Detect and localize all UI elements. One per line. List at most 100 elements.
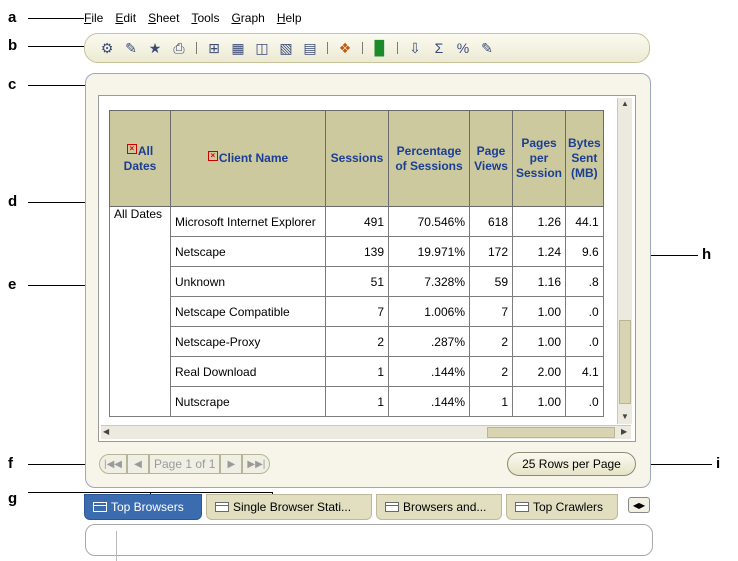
cell-pages-per-session[interactable]: 1.00: [512, 326, 566, 357]
cell-pages-per-session[interactable]: 1.16: [512, 266, 566, 297]
cell-percentage[interactable]: 1.006%: [388, 296, 470, 327]
menu-help[interactable]: Help: [277, 11, 302, 29]
tab-scroll-icon[interactable]: ◀▶: [628, 497, 650, 513]
tab-top-crawlers[interactable]: Top Crawlers: [506, 494, 618, 520]
cell-bytes[interactable]: .0: [565, 326, 604, 357]
rows-per-page-button[interactable]: 25 Rows per Page: [507, 452, 636, 476]
graph-icon[interactable]: ▉: [370, 38, 390, 58]
cell-pages-per-session[interactable]: 1.00: [512, 386, 566, 417]
table-row[interactable]: Netscape-Proxy 2 .287% 2 1.00 .0: [110, 326, 604, 357]
cell-client[interactable]: Netscape-Proxy: [170, 326, 326, 357]
vertical-scrollbar[interactable]: ▲ ▼: [617, 98, 632, 424]
next-page-button[interactable]: ▶: [220, 454, 243, 474]
scroll-up-icon[interactable]: ▲: [621, 99, 629, 108]
cell-sessions[interactable]: 1: [325, 356, 389, 387]
cell-percentage[interactable]: 19.971%: [388, 236, 470, 267]
cell-pages-per-session[interactable]: 2.00: [512, 356, 566, 387]
first-page-button[interactable]: |◀◀: [99, 454, 127, 474]
header-sessions[interactable]: Sessions: [325, 110, 389, 207]
cell-sessions[interactable]: 51: [325, 266, 389, 297]
cell-percentage[interactable]: 70.546%: [388, 206, 470, 237]
cell-sessions[interactable]: 2: [325, 326, 389, 357]
tab-single-browser-statistics[interactable]: Single Browser Stati...: [206, 494, 372, 520]
cell-sessions[interactable]: 139: [325, 236, 389, 267]
table-row[interactable]: Netscape 139 19.971% 172 1.24 9.6: [110, 236, 604, 267]
header-page-views[interactable]: Page Views: [469, 110, 513, 207]
table-row[interactable]: Unknown 51 7.328% 59 1.16 .8: [110, 266, 604, 297]
cell-client[interactable]: Microsoft Internet Explorer: [170, 206, 326, 237]
cell-page-views[interactable]: 618: [469, 206, 513, 237]
cell-bytes[interactable]: 4.1: [565, 356, 604, 387]
cell-pages-per-session[interactable]: 1.26: [512, 206, 566, 237]
table-icon[interactable]: ▦: [228, 38, 248, 58]
cell-page-views[interactable]: 172: [469, 236, 513, 267]
tab-browsers-and[interactable]: Browsers and...: [376, 494, 502, 520]
cell-percentage[interactable]: 7.328%: [388, 266, 470, 297]
cell-bytes[interactable]: .8: [565, 266, 604, 297]
connect-icon[interactable]: ⚙: [97, 38, 117, 58]
cell-client[interactable]: Netscape Compatible: [170, 296, 326, 327]
scroll-right-icon[interactable]: ▶: [621, 427, 627, 436]
vertical-scroll-thumb[interactable]: [619, 320, 631, 404]
cell-bytes[interactable]: 44.1: [565, 206, 604, 237]
menu-tools[interactable]: Tools: [191, 11, 219, 29]
cell-page-views[interactable]: 1: [469, 386, 513, 417]
dimension-cell-all-dates[interactable]: All Dates: [109, 206, 171, 417]
header-all-dates[interactable]: × All Dates: [109, 110, 171, 207]
header-client-name[interactable]: × Client Name: [170, 110, 326, 207]
scroll-left-icon[interactable]: ◀: [103, 427, 109, 436]
cell-pages-per-session[interactable]: 1.24: [512, 236, 566, 267]
crosstab-grid: × All Dates × Client Name Sessions Percent…: [98, 95, 636, 442]
table-row[interactable]: Real Download 1 .144% 2 2.00 4.1: [110, 356, 604, 387]
cell-pages-per-session[interactable]: 1.00: [512, 296, 566, 327]
tab-top-browsers[interactable]: Top Browsers: [84, 494, 202, 520]
export-icon[interactable]: ⇩: [405, 38, 425, 58]
percent-icon[interactable]: %: [453, 38, 473, 58]
previous-page-button[interactable]: ◀: [127, 454, 149, 474]
table-row[interactable]: Nutscrape 1 .144% 1 1.00 .0: [110, 386, 604, 417]
last-page-button[interactable]: ▶▶|: [242, 454, 271, 474]
cell-bytes[interactable]: 9.6: [565, 236, 604, 267]
table-icon: [515, 502, 529, 512]
menu-graph[interactable]: Graph: [231, 11, 264, 29]
header-pages-per-session[interactable]: Pages per Session: [512, 110, 566, 207]
cell-percentage[interactable]: .287%: [388, 326, 470, 357]
cell-percentage[interactable]: .144%: [388, 356, 470, 387]
table-row[interactable]: Netscape Compatible 7 1.006% 7 1.00 .0: [110, 296, 604, 327]
table-row[interactable]: All Dates Microsoft Internet Explorer 49…: [109, 206, 604, 417]
scroll-down-icon[interactable]: ▼: [621, 412, 629, 421]
sort-icon[interactable]: ❖: [335, 38, 355, 58]
calculator-icon[interactable]: ✎: [477, 38, 497, 58]
cell-bytes[interactable]: .0: [565, 296, 604, 327]
save-icon[interactable]: ✎: [121, 38, 141, 58]
remove-icon[interactable]: ×: [126, 143, 137, 154]
sum-icon[interactable]: Σ: [429, 38, 449, 58]
menu-file[interactable]: File: [84, 11, 103, 29]
cell-page-views[interactable]: 2: [469, 356, 513, 387]
header-percentage-of-sessions[interactable]: Percentage of Sessions: [388, 110, 470, 207]
cell-sessions[interactable]: 7: [325, 296, 389, 327]
cell-client[interactable]: Unknown: [170, 266, 326, 297]
cell-page-views[interactable]: 2: [469, 326, 513, 357]
remove-icon[interactable]: ×: [207, 151, 218, 161]
cell-percentage[interactable]: .144%: [388, 386, 470, 417]
format-icon[interactable]: ▧: [276, 38, 296, 58]
crosstab-icon[interactable]: ◫: [252, 38, 272, 58]
header-bytes-sent[interactable]: Bytes Sent (MB): [565, 110, 604, 207]
cell-page-views[interactable]: 59: [469, 266, 513, 297]
cell-bytes[interactable]: .0: [565, 386, 604, 417]
menu-sheet[interactable]: Sheet: [148, 11, 179, 29]
cell-sessions[interactable]: 491: [325, 206, 389, 237]
edit-icon[interactable]: ★: [145, 38, 165, 58]
horizontal-scrollbar[interactable]: ◀ ▶: [101, 425, 631, 439]
cell-client[interactable]: Real Download: [170, 356, 326, 387]
cell-client[interactable]: Netscape: [170, 236, 326, 267]
cell-sessions[interactable]: 1: [325, 386, 389, 417]
pivot-icon[interactable]: ⊞: [204, 38, 224, 58]
horizontal-scroll-thumb[interactable]: [487, 427, 615, 438]
print-icon[interactable]: ⎙: [169, 38, 189, 58]
cell-client[interactable]: Nutscrape: [170, 386, 326, 417]
menu-edit[interactable]: Edit: [115, 11, 136, 29]
columns-icon[interactable]: ▤: [300, 38, 320, 58]
cell-page-views[interactable]: 7: [469, 296, 513, 327]
